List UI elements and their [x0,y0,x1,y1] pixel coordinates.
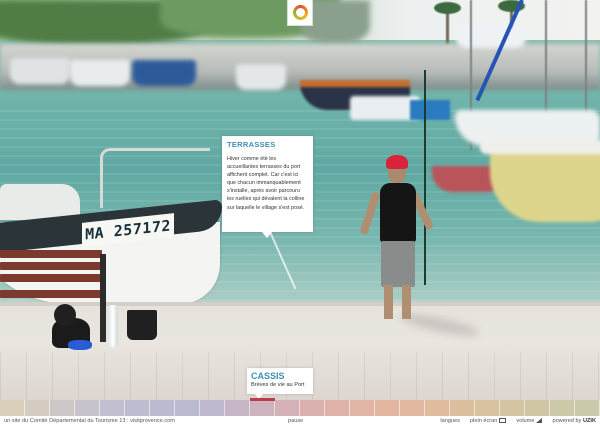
timeline-segment[interactable] [550,400,575,416]
volume-button[interactable]: volume [516,416,543,426]
distant-boat [236,64,286,90]
child-fishing [359,155,440,335]
distant-boat [132,60,196,86]
timeline-segment[interactable] [75,400,100,416]
timeline-segment[interactable] [175,400,200,416]
bench-leg [100,254,106,342]
mast [545,0,547,120]
child-cap [386,155,408,169]
timeline-segment[interactable] [150,400,175,416]
timeline-segment[interactable] [475,400,500,416]
child-leg [402,285,411,319]
info-hotspot-card[interactable]: TERRASSES Hiver comme été les accueillan… [222,136,313,238]
fullscreen-icon [499,418,507,424]
site-credit-link[interactable]: un site du Comité Départemental du Touri… [4,416,175,426]
timeline-segment[interactable] [525,400,550,416]
pause-button[interactable]: pause [288,416,303,426]
timeline-segment[interactable] [0,400,25,416]
timeline-segment[interactable] [250,400,275,416]
timeline-segment[interactable] [225,400,250,416]
water-bottle [108,305,118,347]
powered-by-label: powered by [552,418,582,424]
timeline-segment[interactable] [375,400,400,416]
timeline-segment[interactable] [100,400,125,416]
bench-slat [0,274,102,282]
powered-by-link[interactable]: powered by UZIK [552,416,596,426]
timeline-segment[interactable] [200,400,225,416]
info-card-title: TERRASSES [227,140,276,149]
timeline-current-marker [250,398,275,401]
timeline-segment[interactable] [575,400,600,416]
footer-controls: langues plein écran volume powered by UZ… [440,416,596,426]
blue-boat [410,100,450,120]
timeline-segment[interactable] [275,400,300,416]
timeline-segment[interactable] [400,400,425,416]
volume-icon [536,418,543,424]
distant-boat [10,58,70,84]
bucket [127,310,157,340]
boat-railing [100,148,210,208]
bench-slat [0,262,102,270]
distant-truck [456,26,526,48]
distant-boat [70,60,130,86]
fullscreen-label: plein écran [470,418,498,424]
timeline-segment[interactable] [50,400,75,416]
dog-head [54,304,76,326]
timeline-segment[interactable] [325,400,350,416]
logo-button[interactable] [287,0,313,26]
timeline-segment[interactable] [125,400,150,416]
fullscreen-button[interactable]: plein écran [470,416,507,426]
bench-slat [0,250,102,258]
timeline-segment[interactable] [500,400,525,416]
child-leg [384,285,393,319]
timeline-segment[interactable] [425,400,450,416]
child-shirt [380,183,416,243]
palm-tree [434,2,461,44]
place-card[interactable]: CASSIS Brèves de vie au Port [247,368,313,399]
volume-label: volume [516,418,535,424]
timeline-segment[interactable] [25,400,50,416]
place-name: CASSIS [251,371,285,381]
timeline-bar[interactable] [0,400,600,416]
provence-logo-icon [292,5,308,20]
footer-bar: un site du Comité Départemental du Touri… [0,416,600,426]
place-subtitle: Brèves de vie au Port [251,382,305,388]
info-card-text: Hiver comme été les accueillantes terras… [227,156,305,211]
timeline-segment[interactable] [350,400,375,416]
uzik-brand: UZIK [582,418,596,424]
child-shorts [381,241,415,287]
bench-slat [0,290,102,298]
child-arm [359,190,381,236]
dog-bowl [68,340,92,350]
timeline-segment[interactable] [450,400,475,416]
timeline-segment[interactable] [300,400,325,416]
languages-button[interactable]: langues [440,416,460,426]
